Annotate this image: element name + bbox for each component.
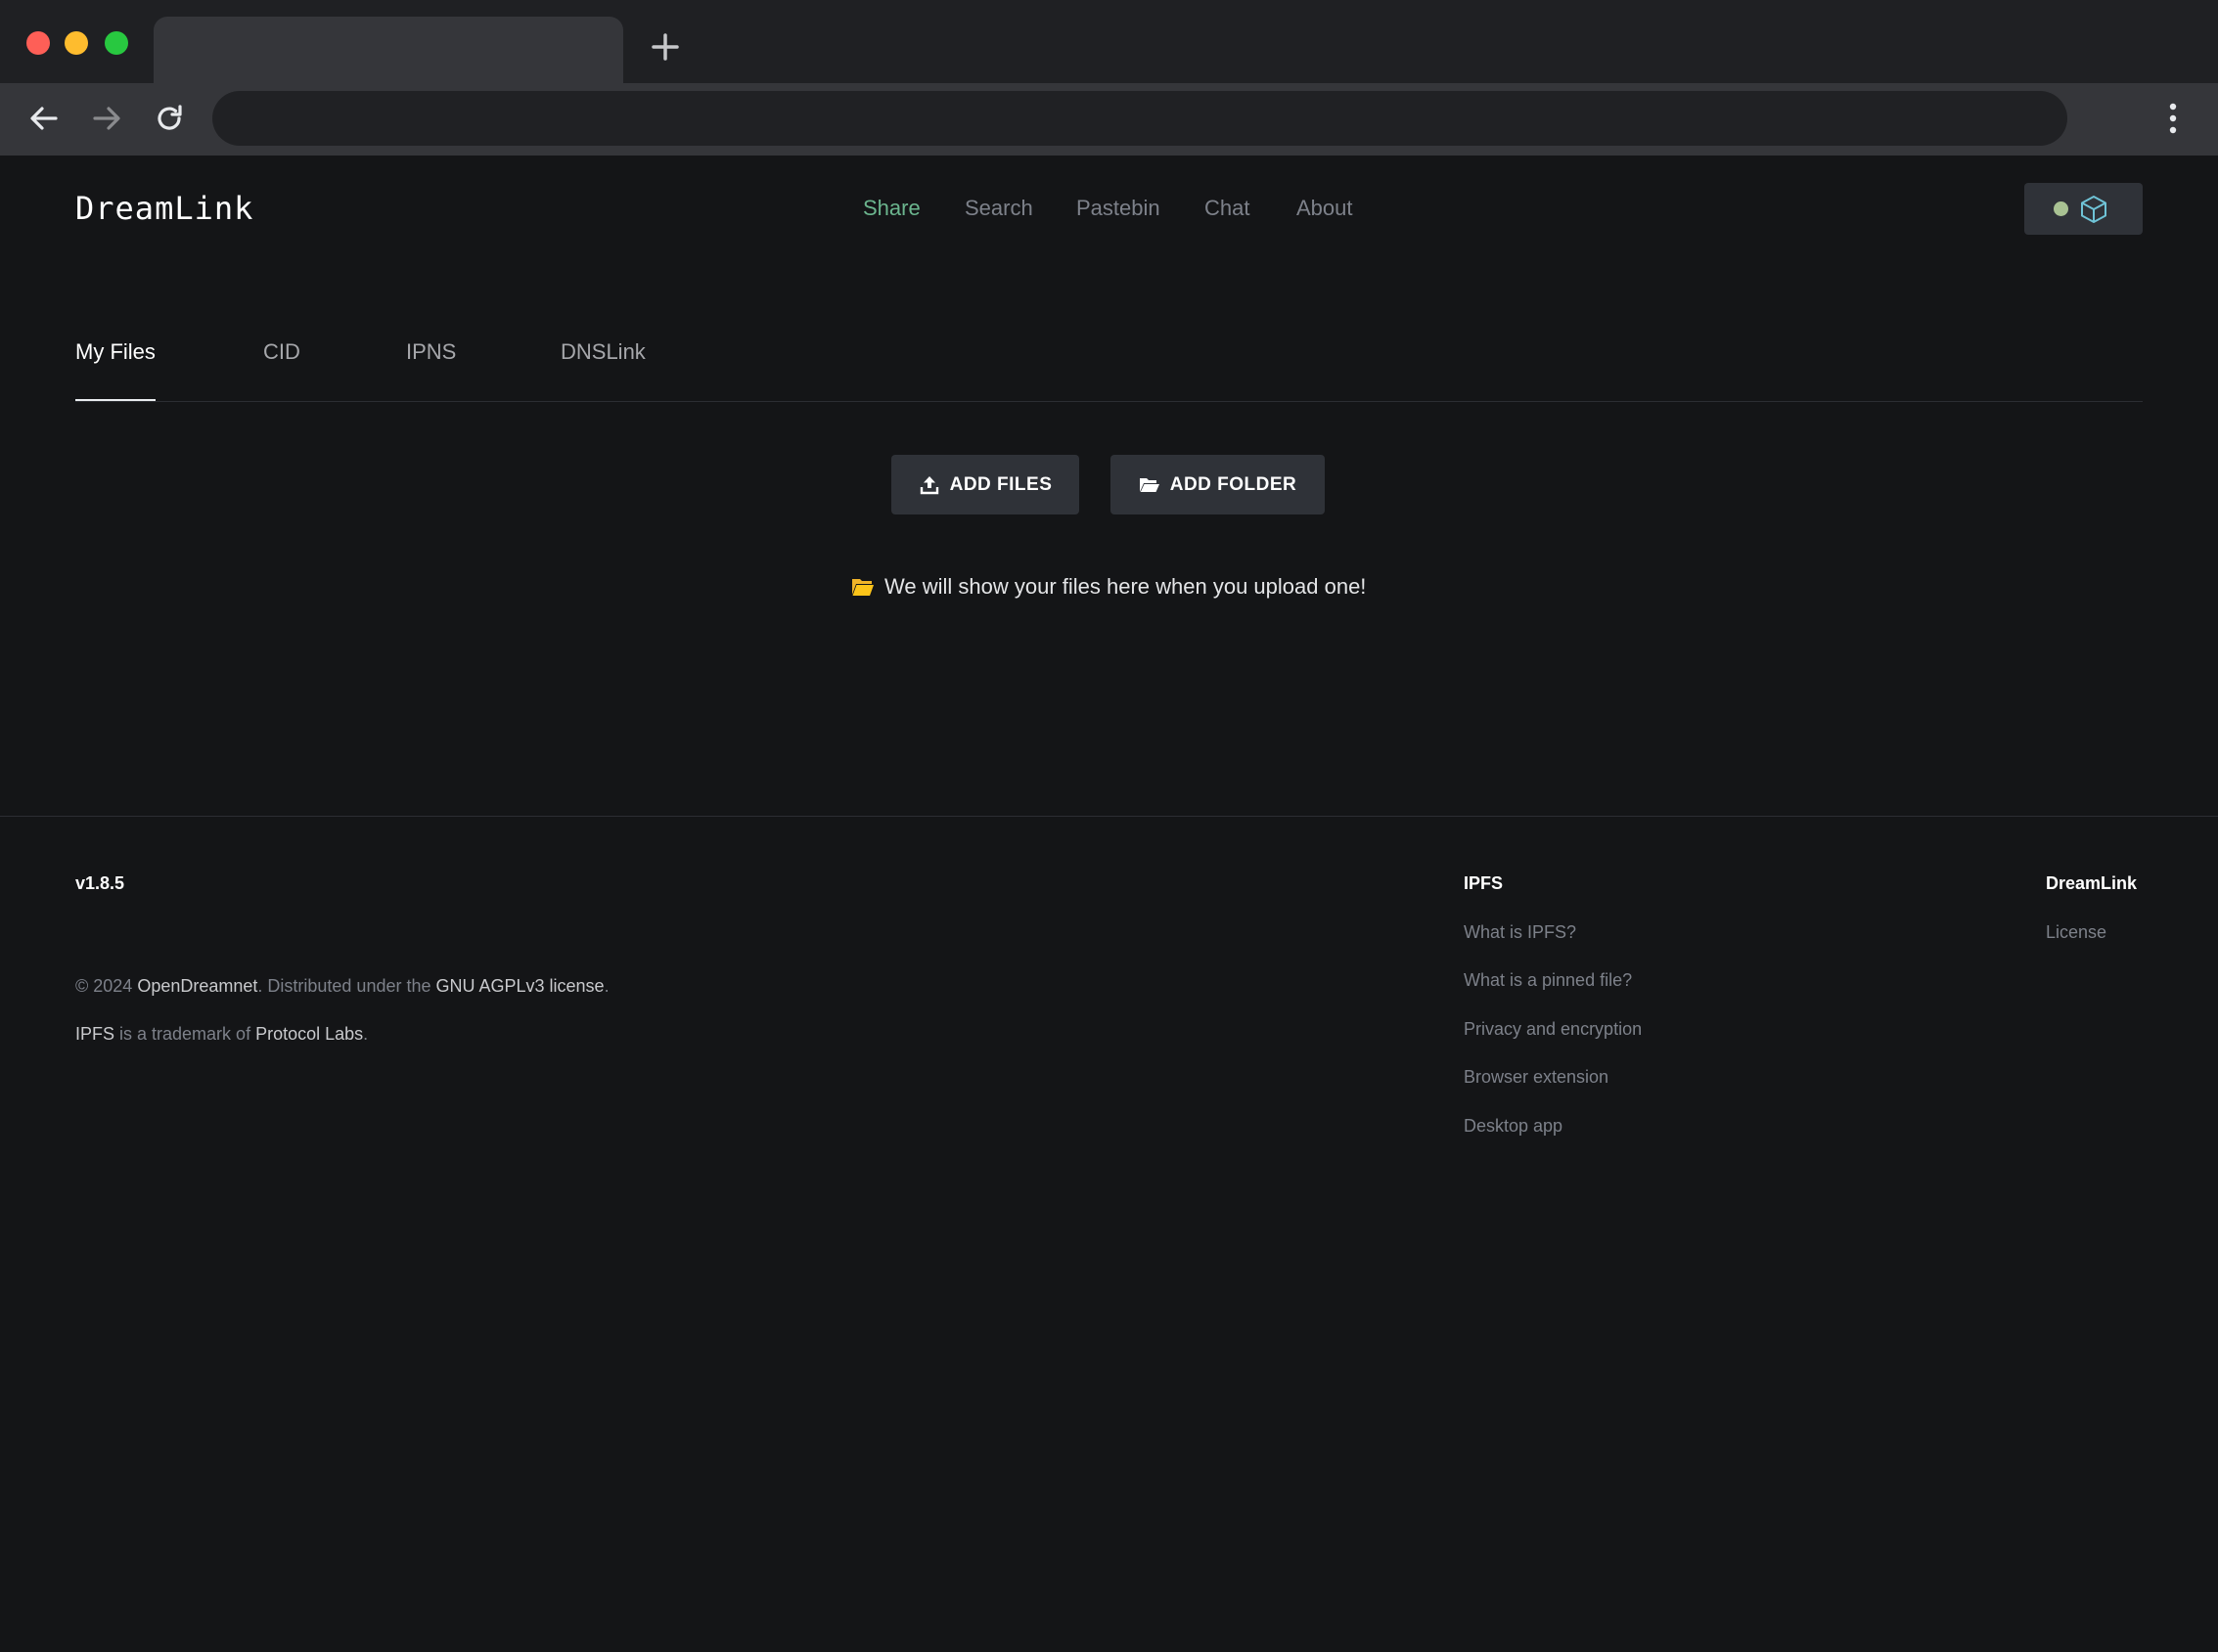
forward-arrow-icon[interactable]: [89, 101, 124, 136]
browser-extension-link[interactable]: Browser extension: [1464, 1067, 1608, 1088]
trademark-text: IPFS is a trademark of Protocol Labs.: [75, 1024, 368, 1045]
nav-share[interactable]: Share: [863, 196, 921, 221]
share-tabs: My Files CID IPNS DNSLink: [75, 333, 2143, 402]
empty-state-message: We will show your files here when you up…: [851, 570, 1366, 603]
upload-icon: [920, 475, 938, 494]
add-files-label: ADD FILES: [949, 473, 1053, 495]
browser-tab[interactable]: [154, 17, 623, 83]
back-arrow-icon[interactable]: [26, 101, 62, 136]
tab-my-files[interactable]: My Files: [75, 339, 156, 365]
close-window-button[interactable]: [26, 31, 50, 55]
add-files-button[interactable]: ADD FILES: [891, 455, 1079, 514]
add-folder-button[interactable]: ADD FOLDER: [1110, 455, 1325, 514]
footer-divider: [0, 816, 2218, 817]
new-tab-icon[interactable]: [646, 27, 685, 67]
what-is-ipfs-link[interactable]: What is IPFS?: [1464, 922, 1576, 943]
opendreamnet-link[interactable]: OpenDreamnet: [137, 976, 257, 996]
nav-search[interactable]: Search: [965, 196, 1033, 221]
nav-about[interactable]: About: [1296, 196, 1353, 221]
privacy-link[interactable]: Privacy and encryption: [1464, 1019, 1642, 1040]
footer-dreamlink-heading: DreamLink: [2046, 873, 2138, 893]
main-nav: Share Search Pastebin Chat About: [0, 196, 2218, 235]
trademark-period: .: [363, 1024, 369, 1044]
copyright-prefix: © 2024: [75, 976, 138, 996]
pinned-file-link[interactable]: What is a pinned file?: [1464, 970, 1632, 991]
license-link[interactable]: GNU AGPLv3 license: [436, 976, 605, 996]
desktop-app-link[interactable]: Desktop app: [1464, 1116, 1562, 1137]
ipfs-cube-icon: [2078, 194, 2109, 225]
copyright-text: © 2024 OpenDreamnet. Distributed under t…: [75, 976, 610, 997]
tab-dnslink[interactable]: DNSLink: [561, 339, 646, 365]
app-version: v1.8.5: [75, 873, 125, 893]
active-tab-indicator: [75, 399, 156, 401]
footer-ipfs-heading: IPFS: [1464, 873, 1504, 893]
protocol-labs-link[interactable]: Protocol Labs: [255, 1024, 363, 1044]
maximize-window-button[interactable]: [105, 31, 128, 55]
tab-ipns[interactable]: IPNS: [406, 339, 456, 365]
dreamlink-license-link[interactable]: License: [2046, 922, 2106, 943]
empty-state-text: We will show your files here when you up…: [884, 574, 1367, 599]
address-bar[interactable]: [212, 91, 2067, 146]
reload-icon[interactable]: [152, 101, 187, 136]
add-folder-label: ADD FOLDER: [1169, 473, 1297, 495]
distributed-text: . Distributed under the: [257, 976, 436, 996]
trademark-middle: is a trademark of: [114, 1024, 256, 1044]
nav-pastebin[interactable]: Pastebin: [1076, 196, 1160, 221]
minimize-window-button[interactable]: [65, 31, 88, 55]
browser-window: DreamLink Share Search Pastebin Chat Abo…: [0, 0, 2218, 1652]
folder-open-icon: [1139, 477, 1159, 492]
copyright-period: .: [604, 976, 610, 996]
node-status-button[interactable]: [2024, 183, 2143, 235]
status-dot-icon: [2054, 201, 2068, 216]
nav-chat[interactable]: Chat: [1204, 196, 1249, 221]
browser-menu-icon[interactable]: [2158, 100, 2188, 137]
folder-icon: [852, 579, 874, 596]
tab-cid[interactable]: CID: [263, 339, 300, 365]
ipfs-link[interactable]: IPFS: [75, 1024, 114, 1044]
